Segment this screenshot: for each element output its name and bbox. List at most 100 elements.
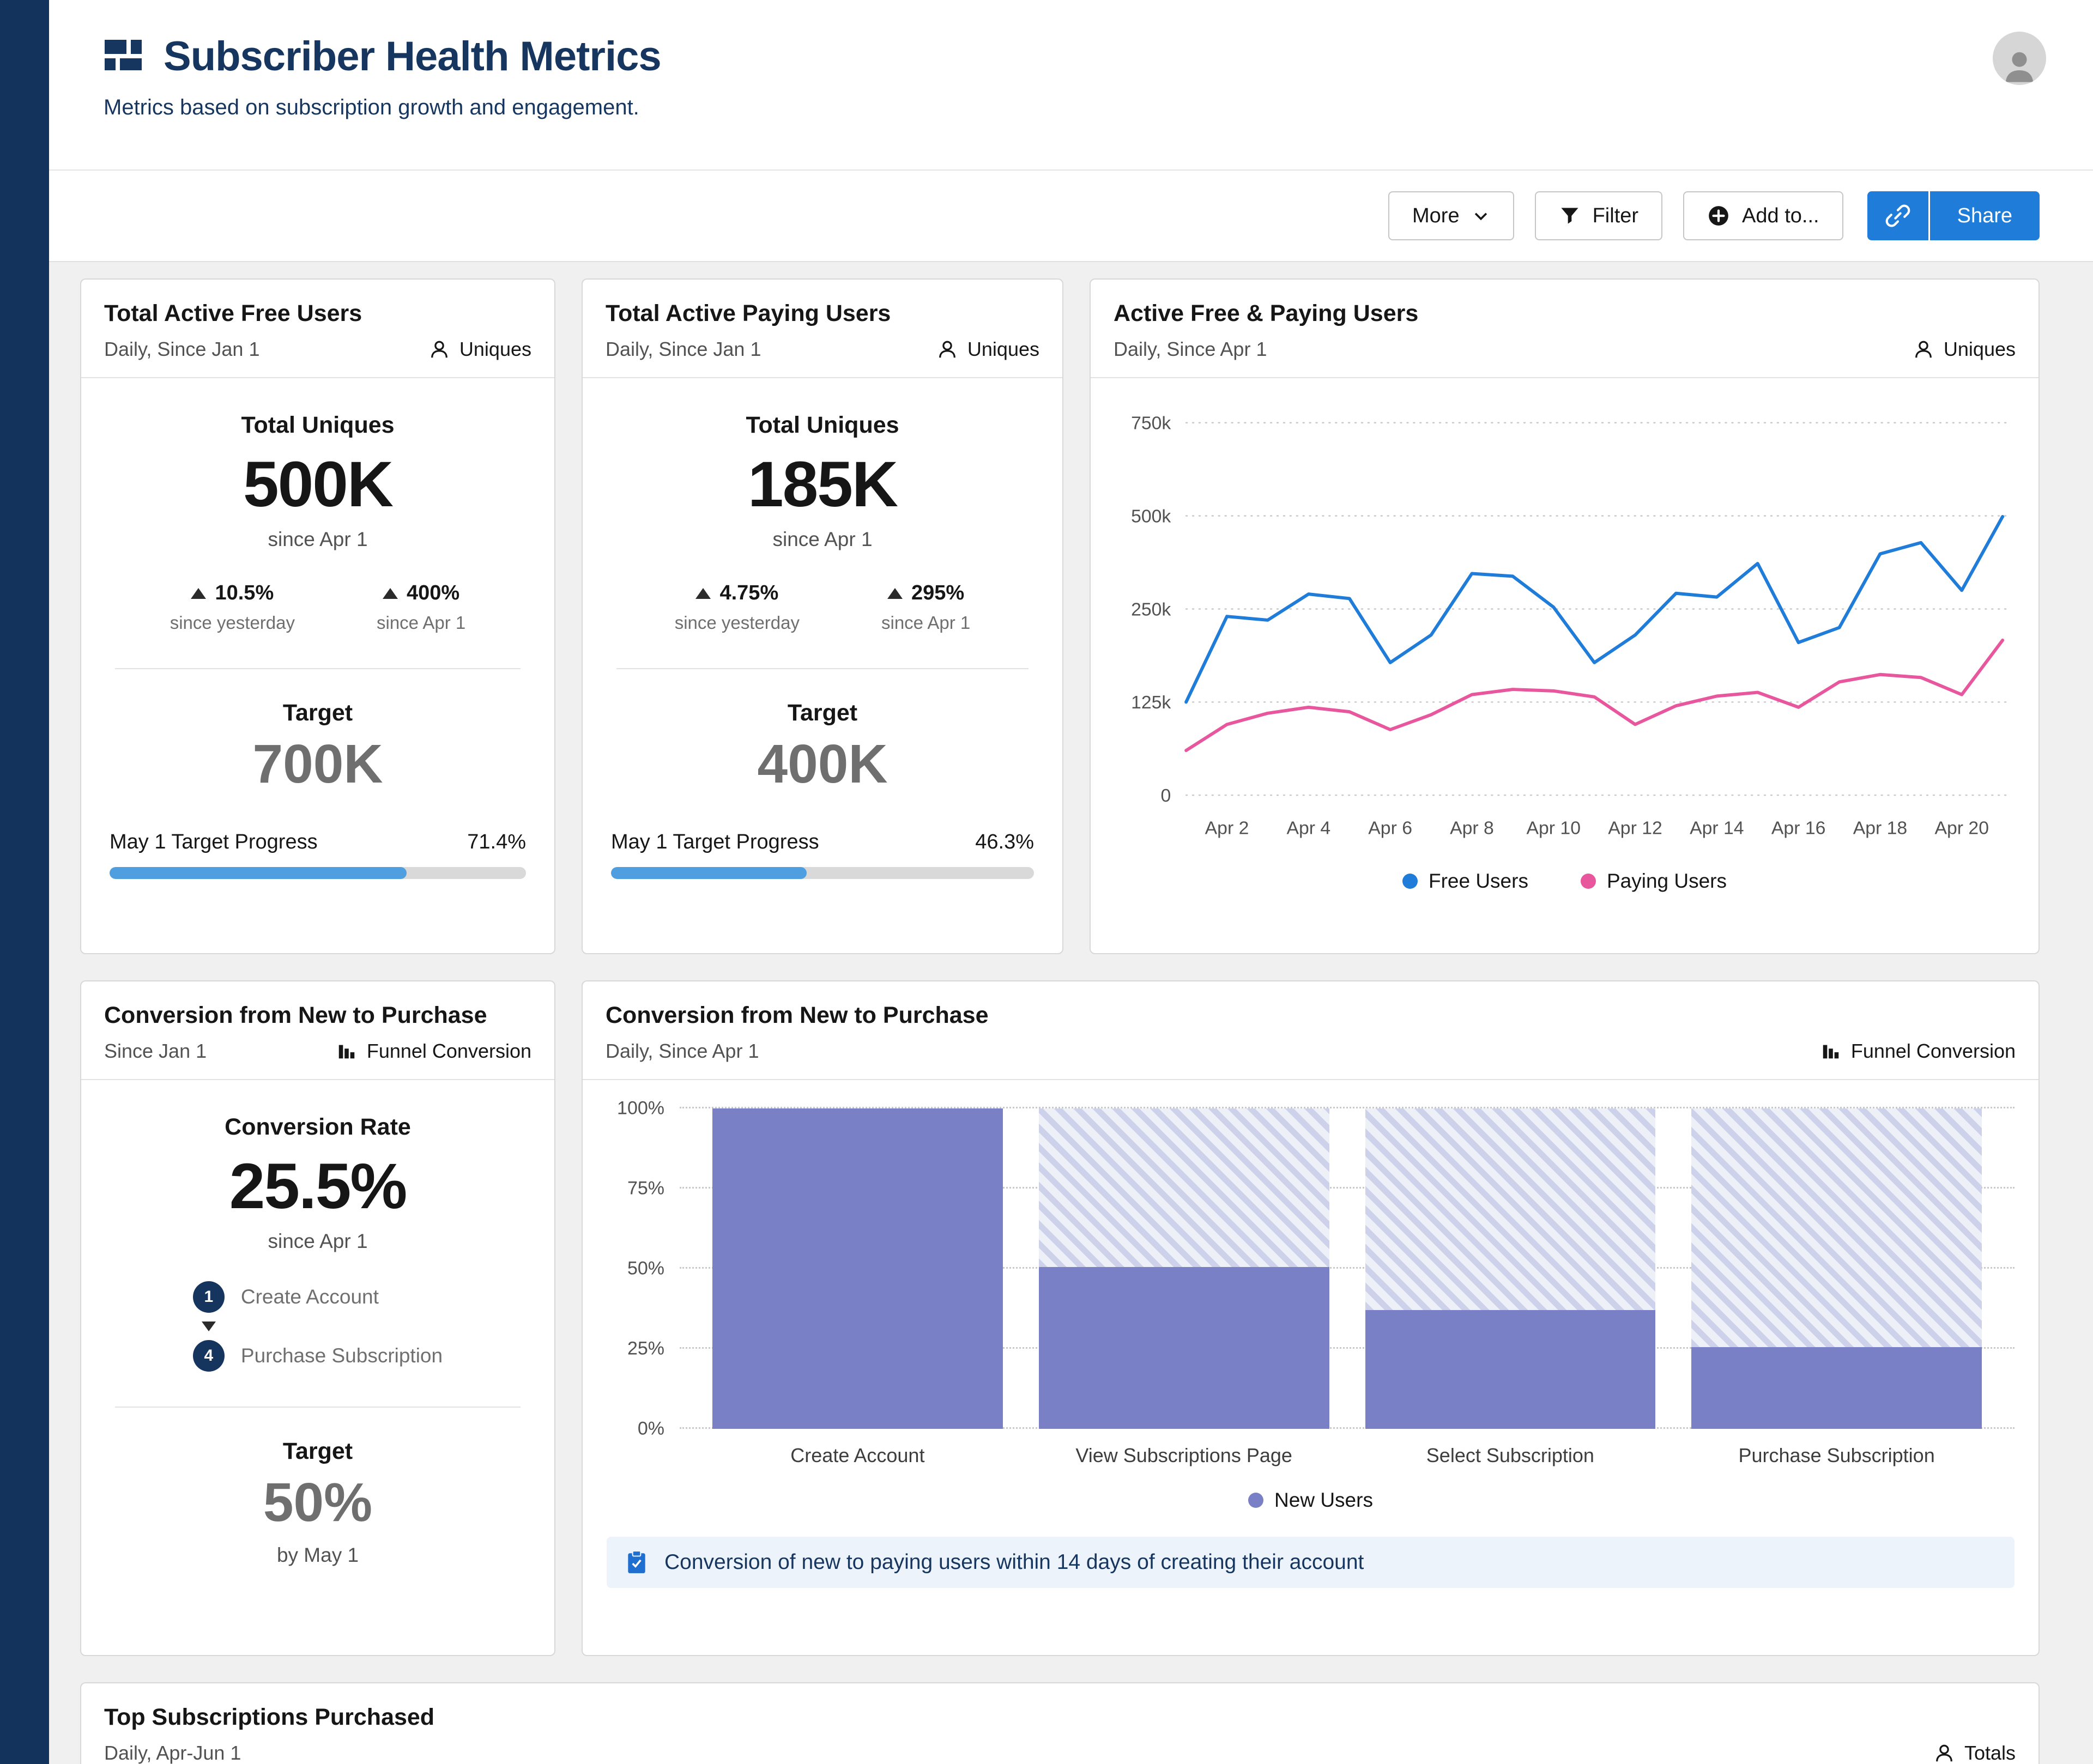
y-axis-tick-label: 25% [627, 1338, 664, 1359]
card-subtitle: Daily, Apr-Jun 1 [104, 1742, 241, 1764]
y-axis-tick-label: 750k [1131, 413, 1171, 434]
metric-type-badge: Uniques [1913, 338, 2016, 361]
metric-type-label: Totals [1964, 1742, 2016, 1764]
funnel-category-label: Create Account [790, 1444, 925, 1466]
card-subtitle: Daily, Since Jan 1 [606, 338, 761, 360]
add-to-button-label: Add to... [1742, 204, 1819, 227]
x-axis-tick-label: Apr 14 [1690, 818, 1744, 839]
funnel-bar [1365, 1108, 1656, 1429]
chart-legend: Free Users Paying Users [1115, 870, 2015, 893]
delta-value: 4.75% [719, 581, 779, 604]
uniques-icon [939, 341, 955, 358]
legend-dot [1402, 874, 1418, 889]
x-axis-tick-label: Apr 8 [1450, 818, 1494, 839]
delta-caption: since yesterday [170, 613, 295, 633]
legend-item: Free Users [1402, 870, 1528, 893]
progress-track [110, 867, 526, 879]
metric-type-badge: Totals [1934, 1742, 2016, 1764]
funnel-bar-remainder [1365, 1108, 1656, 1311]
x-axis-tick-label: Apr 18 [1853, 818, 1907, 839]
divider [115, 1407, 521, 1408]
progress-fill [611, 867, 807, 879]
legend-label: New Users [1274, 1489, 1373, 1511]
y-axis-tick-label: 500k [1131, 506, 1171, 527]
divider [115, 668, 521, 669]
funnel-step: 4 Purchase Subscription [192, 1340, 443, 1372]
arrow-down-icon [201, 1322, 216, 1331]
metric-type-label: Uniques [1943, 338, 2016, 360]
progress-percent: 71.4% [467, 831, 526, 853]
funnel-conversion-icon [338, 1045, 355, 1059]
card-title: Total Active Free Users [104, 300, 362, 326]
card-title: Total Active Paying Users [606, 300, 891, 326]
delta-block: 10.5% since yesterday [170, 581, 295, 633]
target-label: Target [282, 1438, 353, 1464]
stat-value: 25.5% [229, 1150, 408, 1222]
funnel-bar-remainder [1691, 1108, 1982, 1348]
add-to-button[interactable]: Add to... [1683, 191, 1843, 240]
add-circle-icon [1709, 206, 1728, 226]
card-total-active-free-users: Total Active Free Users Daily, Since Jan… [80, 278, 555, 954]
stat-caption: since Apr 1 [268, 528, 368, 550]
y-axis-tick-label: 125k [1131, 692, 1171, 713]
delta-value: 10.5% [215, 581, 274, 604]
filter-funnel-icon [1561, 208, 1578, 224]
y-axis-tick-label: 0% [637, 1418, 664, 1439]
card-title: Conversion from New to Purchase [104, 1002, 487, 1028]
page-title: Subscriber Health Metrics [164, 33, 662, 80]
metric-type-label: Funnel Conversion [366, 1040, 531, 1062]
delta-block: 400% since Apr 1 [377, 581, 465, 633]
delta-caption: since Apr 1 [881, 613, 971, 633]
app: Subscriber Health Metrics Metrics based … [0, 0, 2093, 1764]
delta-value: 295% [911, 581, 965, 604]
y-axis-tick-label: 0 [1161, 785, 1171, 806]
divider [616, 668, 1029, 669]
card-title: Active Free & Paying Users [1114, 300, 1419, 326]
card-subtitle: Daily, Since Jan 1 [104, 338, 260, 360]
progress-percent: 46.3% [975, 831, 1034, 853]
stat-label: Conversion Rate [225, 1114, 411, 1140]
delta-up-icon [383, 587, 398, 599]
x-axis-tick-label: Apr 20 [1935, 818, 1989, 839]
funnel-bar [1038, 1108, 1329, 1429]
card-subtitle: Daily, Since Apr 1 [606, 1040, 759, 1062]
clipboard-icon [628, 1550, 645, 1573]
avatar[interactable] [1993, 32, 2046, 85]
funnel-chart-container: 0% 25% 50% 75% 100% Create Account View Subscr… [607, 1098, 2015, 1512]
funnel-plot-area: 0% 25% 50% 75% 100% [607, 1098, 2015, 1439]
x-axis-tick-label: Apr 12 [1608, 818, 1662, 839]
filter-button-label: Filter [1592, 204, 1639, 227]
series-line-paying-users [1184, 638, 2005, 753]
uniques-icon [1915, 341, 1932, 358]
more-button[interactable]: More [1388, 191, 1514, 240]
funnel-category-label: Select Subscription [1426, 1444, 1594, 1466]
funnel-conversion-icon [1823, 1045, 1839, 1059]
x-axis-tick-label: Apr 16 [1771, 818, 1825, 839]
chart-note-text: Conversion of new to paying users within… [664, 1550, 1364, 1574]
progress-fill [110, 867, 407, 879]
line-chart-svg: 0 125k 250k 500k 750k Apr 2 Apr 4 Apr 6 Apr 8 Apr… [1131, 413, 2008, 839]
filter-button[interactable]: Filter [1534, 191, 1663, 240]
line-chart-container: 0 125k 250k 500k 750k Apr 2 Apr 4 Apr 6 Apr 8 Apr… [1091, 378, 2038, 908]
copy-link-button[interactable] [1867, 191, 1928, 240]
progress-label: May 1 Target Progress [110, 831, 318, 853]
delta-up-icon [695, 587, 711, 599]
metric-type-badge: Funnel Conversion [1820, 1040, 2016, 1063]
funnel-bar [712, 1108, 1003, 1429]
delta-block: 295% since Apr 1 [881, 581, 970, 633]
stat-caption: since Apr 1 [772, 528, 873, 550]
share-button[interactable]: Share [1929, 191, 2040, 240]
chart-note-banner: Conversion of new to paying users within… [607, 1537, 2015, 1588]
chart-legend: New Users [607, 1489, 2015, 1512]
chevron-down-icon [1474, 213, 1487, 221]
funnel-bar [1691, 1108, 1982, 1429]
y-axis-labels: 0% 25% 50% 75% 100% [607, 1098, 672, 1439]
legend-label: Free Users [1428, 870, 1528, 893]
toolbar: More Filter Add to... Share [49, 171, 2093, 262]
progress-label: May 1 Target Progress [611, 831, 819, 853]
card-conversion-summary: Conversion from New to Purchase Since Ja… [80, 980, 555, 1656]
funnel-step: 1 Create Account [192, 1281, 443, 1313]
delta-caption: since yesterday [674, 613, 800, 633]
step-number-badge: 4 [192, 1340, 225, 1372]
funnel-bar-value [1365, 1310, 1656, 1429]
